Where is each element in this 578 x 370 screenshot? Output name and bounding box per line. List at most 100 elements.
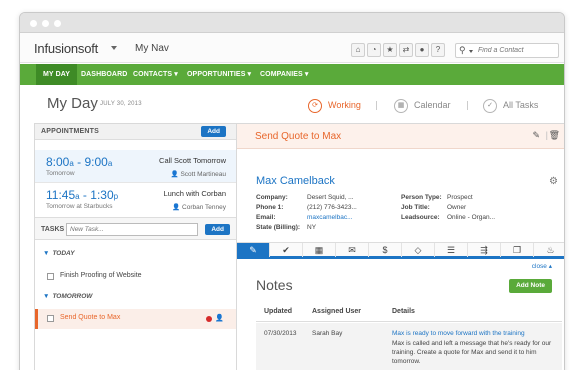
check-icon[interactable]: ✔ <box>270 243 303 257</box>
company-label: Company: <box>256 194 288 201</box>
view-separator <box>467 101 468 110</box>
help-icon[interactable]: ? <box>431 43 445 57</box>
task-title-bar: Send Quote to Max ✎ | 🗑 <box>237 124 564 149</box>
task-detail-pane: Send Quote to Max ✎ | 🗑 Max Camelback ⚙ … <box>237 123 564 370</box>
window-minimize-button[interactable] <box>42 20 49 27</box>
task-checkbox[interactable] <box>47 315 54 322</box>
appointment-start: 11:45 <box>46 188 76 202</box>
close-link[interactable]: close ▴ <box>532 262 552 270</box>
task-checkbox[interactable] <box>47 273 54 280</box>
appointments-header: APPOINTMENTS Add <box>35 124 236 140</box>
state-value: NY <box>307 224 317 231</box>
search-input[interactable] <box>478 45 556 56</box>
page-title: My Day <box>47 95 98 112</box>
appointment-end-suffix: p <box>113 192 119 201</box>
window-close-button[interactable] <box>30 20 37 27</box>
trash-icon[interactable]: 🗑 <box>549 130 560 141</box>
calendar-icon: ▦ <box>394 98 408 113</box>
tag-icon[interactable]: ◇ <box>402 243 435 257</box>
appointment-end-suffix: a <box>107 159 113 168</box>
appointment-item[interactable]: 11:45a - 1:30p Tomorrow at Starbucks Lun… <box>35 183 236 216</box>
page-date: JULY 30, 2013 <box>100 101 142 107</box>
priority-indicator <box>206 316 212 322</box>
nav-companies[interactable]: COMPANIES ▾ <box>253 64 315 85</box>
assigned-user-icon: 👤 <box>215 315 224 322</box>
user-icon[interactable]: ● <box>415 43 429 57</box>
appointment-start-suffix: a <box>69 159 74 168</box>
app-window: Infusionsoft My Nav ⌂ ◔ ★ ⇄ ● ? ⚲ MY DAY… <box>19 12 565 370</box>
contact-action-tabs: ✎ ✔ ▦ ✉ $ ◇ ☰ ⇶ ❐ ♨ <box>237 242 564 259</box>
column-header[interactable]: Assigned User <box>312 308 361 315</box>
shuffle-icon[interactable]: ⇄ <box>399 43 413 57</box>
contact-name[interactable]: Max Camelback <box>256 175 335 187</box>
contact-search[interactable]: ⚲ <box>455 43 559 58</box>
mail-icon[interactable]: ✉ <box>336 243 369 257</box>
window-zoom-button[interactable] <box>54 20 61 27</box>
note-headline[interactable]: Max is ready to move forward with the tr… <box>392 330 525 337</box>
tasks-header: TASKS Add <box>35 217 236 240</box>
brand-caret-icon[interactable] <box>111 46 117 50</box>
new-task-input[interactable] <box>66 223 198 236</box>
nav-contacts[interactable]: CONTACTS ▾ <box>126 64 185 85</box>
app-header: Infusionsoft My Nav ⌂ ◔ ★ ⇄ ● ? ⚲ <box>20 33 564 63</box>
view-calendar-label: Calendar <box>414 100 451 110</box>
edit-icon[interactable]: ✎ <box>532 130 540 141</box>
task-group-tomorrow[interactable]: ▼ TOMORROW <box>43 293 92 300</box>
appointment-end: 9:00 <box>84 155 108 169</box>
appointment-item[interactable]: 8:00a - 9:00a Tomorrow Call Scott Tomorr… <box>35 150 236 183</box>
task-detail-title: Send Quote to Max <box>255 131 342 142</box>
person-type-label: Person Type: <box>401 194 442 201</box>
task-item[interactable]: Finish Proofing of Website <box>35 267 236 287</box>
add-note-button[interactable]: Add Note <box>509 279 552 293</box>
fire-icon[interactable]: ♨ <box>534 243 564 257</box>
my-nav-label[interactable]: My Nav <box>135 43 169 54</box>
list-icon[interactable]: ☰ <box>435 243 468 257</box>
gear-icon[interactable]: ⚙ <box>549 176 558 187</box>
task-group-label: TODAY <box>52 250 75 257</box>
note-updated: 07/30/2013 <box>264 330 297 337</box>
task-item[interactable]: Send Quote to Max 👤 <box>35 309 236 329</box>
appointment-title: Lunch with Corban <box>163 189 226 198</box>
appointment-title: Call Scott Tomorrow <box>159 156 226 165</box>
email-value[interactable]: maxcamelbac... <box>307 214 353 221</box>
view-separator <box>376 101 377 110</box>
notes-table-header: Updated Assigned User Details <box>256 300 562 322</box>
task-title: Send Quote to Max <box>60 314 121 321</box>
expand-icon: ▼ <box>43 293 50 300</box>
edit-icon[interactable]: ✎ <box>237 243 270 257</box>
column-header[interactable]: Details <box>392 308 415 315</box>
table-row[interactable]: 07/30/2013 Sarah Bay Max is ready to mov… <box>256 323 562 370</box>
calendar-icon[interactable]: ▦ <box>303 243 336 257</box>
tasks-icon: ✓ <box>483 98 497 113</box>
leadsource-value: Online - Organ... <box>447 214 496 221</box>
task-title: Finish Proofing of Website <box>60 272 142 279</box>
job-title-value: Owner <box>447 204 467 211</box>
column-header[interactable]: Updated <box>264 308 292 315</box>
add-appointment-button[interactable]: Add <box>201 126 226 137</box>
appointment-end: 1:30 <box>90 188 114 202</box>
view-working[interactable]: ⟳ Working <box>308 97 361 113</box>
nav-my-day[interactable]: MY DAY <box>36 64 78 85</box>
clock-icon[interactable]: ◔ <box>367 43 381 57</box>
nav-opportunities[interactable]: OPPORTUNITIES ▾ <box>180 64 258 85</box>
home-icon[interactable]: ⌂ <box>351 43 365 57</box>
appointment-person: 👤 Scott Martineau <box>171 170 226 178</box>
sequence-icon[interactable]: ⇶ <box>468 243 501 257</box>
person-type-value: Prospect <box>447 194 473 201</box>
add-task-button[interactable]: Add <box>205 224 230 235</box>
notes-title: Notes <box>256 277 293 293</box>
leadsource-label: Leadsource: <box>401 214 440 221</box>
appointment-person: 👤 Corban Tenney <box>172 203 226 211</box>
search-caret-icon[interactable] <box>469 50 473 53</box>
task-group-today[interactable]: ▼ TODAY <box>43 250 75 257</box>
view-working-label: Working <box>328 100 361 110</box>
dollar-icon[interactable]: $ <box>369 243 402 257</box>
brand-logo[interactable]: Infusionsoft <box>34 41 98 56</box>
note-user: Sarah Bay <box>312 330 343 337</box>
view-all-tasks[interactable]: ✓ All Tasks <box>483 97 538 113</box>
copy-icon[interactable]: ❐ <box>501 243 534 257</box>
tasks-heading: TASKS <box>41 226 65 233</box>
company-value: Desert Squid, ... <box>307 194 354 201</box>
star-icon[interactable]: ★ <box>383 43 397 57</box>
view-calendar[interactable]: ▦ Calendar <box>394 97 451 113</box>
